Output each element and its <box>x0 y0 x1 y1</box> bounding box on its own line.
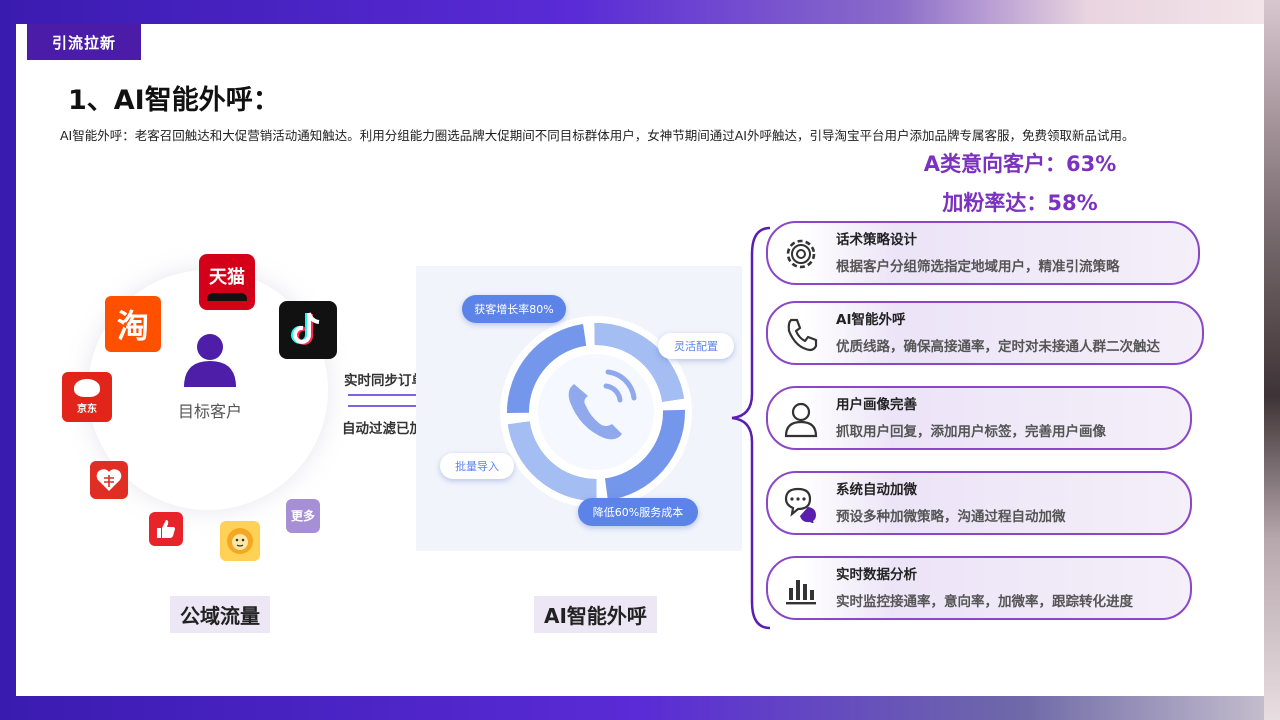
feature-card-data-analysis: 实时数据分析 实时监控接通率，意向率，加微率，跟踪转化进度 <box>766 556 1192 620</box>
tmall-icon: 天猫 <box>199 254 255 310</box>
gear-icon <box>786 239 816 269</box>
more-apps-icon: 更多 <box>286 499 320 533</box>
target-customer-label: 目标客户 <box>177 402 242 421</box>
jd-dog-glyph <box>74 379 100 397</box>
jd-label: 京东 <box>77 404 97 415</box>
bar-chart-icon <box>786 580 816 605</box>
right-background-strip <box>1264 0 1280 720</box>
heart-glyph <box>96 469 122 491</box>
jd-icon: 京东 <box>62 372 112 422</box>
tmall-label: 天猫 <box>209 267 245 288</box>
feature-desc: 抓取用户回复，添加用户标签，完善用户画像 <box>836 424 1106 440</box>
feature-title: 话术策略设计 <box>836 232 917 248</box>
tmall-cat-ears <box>207 293 247 301</box>
feature-title: 系统自动加微 <box>836 482 917 498</box>
feature-title: 实时数据分析 <box>836 567 917 583</box>
metric-fan-rate: 加粉率达：58% <box>942 191 1098 215</box>
feature-card-script-strategy: 话术策略设计 根据客户分组筛选指定地域用户，精准引流策略 <box>766 221 1200 285</box>
section-tag: 引流拉新 <box>27 24 141 60</box>
feature-desc: 根据客户分组筛选指定地域用户，精准引流策略 <box>836 259 1120 275</box>
feature-desc: 优质线路，确保高接通率，定时对未接通人群二次触达 <box>836 339 1160 355</box>
slide: 引流拉新 1、AI智能外呼： AI智能外呼：老客召回触达和大促营销活动通知触达。… <box>16 24 1264 696</box>
feature-card-ai-call: AI智能外呼 优质线路，确保高接通率，定时对未接通人群二次触达 <box>766 301 1204 365</box>
feature-card-auto-add-wechat: 系统自动加微 预设多种加微策略，沟通过程自动加微 <box>766 471 1192 535</box>
taobao-icon: 淘 <box>105 296 161 352</box>
ai-call-label: AI智能外呼 <box>534 596 657 633</box>
feature-card-user-profile: 用户画像完善 抓取用户回复，添加用户标签，完善用户画像 <box>766 386 1192 450</box>
public-traffic-label: 公域流量 <box>170 596 270 633</box>
page-title: 1、AI智能外呼： <box>68 85 280 116</box>
pill-batch-import: 批量导入 <box>440 453 514 479</box>
thumbs-up-icon <box>149 512 183 546</box>
pill-cost-reduction: 降低60%服务成本 <box>578 498 698 526</box>
thumbs-up-glyph <box>157 520 175 538</box>
lion-icon <box>220 521 260 561</box>
lion-face-glyph <box>227 528 253 554</box>
feature-title: AI智能外呼 <box>836 312 906 328</box>
tiktok-note-glyph <box>291 312 320 345</box>
feature-title: 用户画像完善 <box>836 397 917 413</box>
phone-icon <box>787 318 818 352</box>
pill-growth-rate: 获客增长率80% <box>462 295 566 323</box>
brace-connector <box>731 226 771 630</box>
metric-a-class: A类意向客户：63% <box>923 152 1117 176</box>
feature-desc: 实时监控接通率，意向率，加微率，跟踪转化进度 <box>836 594 1133 610</box>
chat-icon <box>784 487 816 523</box>
feature-desc: 预设多种加微策略，沟通过程自动加微 <box>836 509 1066 525</box>
tiktok-icon <box>279 301 337 359</box>
user-icon <box>784 402 818 438</box>
pinduoduo-icon <box>90 461 128 499</box>
person-icon <box>184 334 236 387</box>
bottom-background-strip <box>0 696 1280 720</box>
